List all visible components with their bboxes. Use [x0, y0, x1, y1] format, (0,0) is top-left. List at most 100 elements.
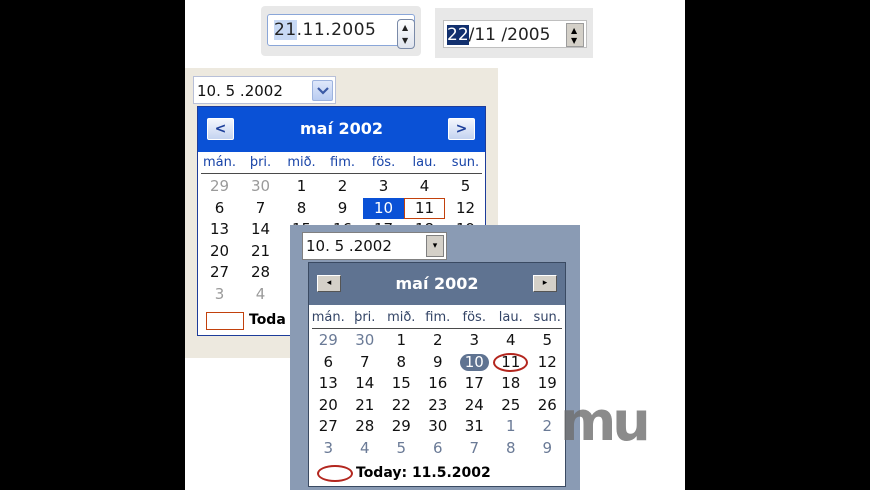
- spin-down-icon[interactable]: ▼: [571, 37, 577, 45]
- calendar-day[interactable]: 13: [310, 373, 347, 395]
- calendar-day[interactable]: 8: [383, 352, 420, 374]
- calendar-day[interactable]: 25: [493, 395, 530, 417]
- calendar-day[interactable]: 5: [529, 330, 566, 352]
- calendar-day[interactable]: 27: [310, 416, 347, 438]
- spin-up-icon[interactable]: ▲: [571, 27, 577, 35]
- calendar-day[interactable]: 5: [445, 176, 486, 197]
- calendar-day[interactable]: 12: [529, 352, 566, 374]
- calendar-day[interactable]: 11: [404, 197, 445, 219]
- date-day-segment[interactable]: 22: [447, 25, 469, 45]
- calendar-day[interactable]: 3: [363, 176, 404, 197]
- calendar-day[interactable]: 30: [347, 330, 384, 352]
- calendar-day[interactable]: 30: [240, 176, 281, 197]
- calendar-day[interactable]: 21: [240, 241, 281, 262]
- today-label[interactable]: Today: 11.5.2002: [356, 465, 491, 481]
- calendar-day[interactable]: 23: [420, 395, 457, 417]
- calendar-day[interactable]: 1: [383, 330, 420, 352]
- weekday-label: fim.: [425, 310, 451, 325]
- calendar-day[interactable]: 8: [493, 438, 530, 460]
- calendar-day[interactable]: 6: [310, 352, 347, 374]
- date-spinner-classic: 22/11 /2005 ▲ ▼: [435, 8, 593, 58]
- calendar-day[interactable]: 20: [310, 395, 347, 417]
- calendar-day[interactable]: 27: [199, 262, 240, 283]
- dropdown-arrow-icon[interactable]: ▾: [426, 235, 444, 257]
- calendar-day[interactable]: 4: [240, 284, 281, 305]
- date-rest-segment: .11.2005: [296, 20, 377, 40]
- today-marker: [206, 312, 244, 330]
- date-day-segment[interactable]: 21: [274, 20, 297, 40]
- calendar-day[interactable]: 1: [281, 176, 322, 197]
- spin-down-icon[interactable]: ▼: [402, 37, 408, 45]
- calendar-day[interactable]: 9: [322, 198, 363, 219]
- prev-month-button[interactable]: ◂: [317, 275, 341, 292]
- spin-buttons[interactable]: ▲ ▼: [566, 23, 584, 47]
- calendar-day[interactable]: 2: [420, 330, 457, 352]
- calendar-day[interactable]: 10: [456, 352, 493, 374]
- calendar-day[interactable]: 29: [383, 416, 420, 438]
- date-combo[interactable]: 10. 5 .2002: [193, 76, 336, 104]
- today-label[interactable]: Toda: [249, 312, 286, 328]
- calendar-day[interactable]: 6: [199, 198, 240, 219]
- calendar-day[interactable]: 4: [347, 438, 384, 460]
- calendar-day[interactable]: 31: [456, 416, 493, 438]
- next-month-button[interactable]: ▸: [533, 275, 557, 292]
- calendar-day[interactable]: 5: [383, 438, 420, 460]
- weekday-label: fös.: [462, 310, 486, 325]
- calendar-day[interactable]: 4: [404, 176, 445, 197]
- calendar-day[interactable]: 10: [363, 197, 404, 219]
- today-circle-icon: [317, 465, 353, 482]
- calendar-day[interactable]: 7: [456, 438, 493, 460]
- prev-month-button[interactable]: <: [207, 118, 234, 140]
- calendar-day[interactable]: 3: [199, 284, 240, 305]
- screenshot-canvas: 21.11.2005 ▲ ▼ 22/11 /2005 ▲ ▼ 10. 5 .20…: [185, 0, 685, 490]
- calendar-day[interactable]: 9: [420, 352, 457, 374]
- calendar-day[interactable]: 29: [310, 330, 347, 352]
- spin-buttons[interactable]: ▲ ▼: [397, 19, 415, 49]
- weekday-label: sun.: [451, 155, 480, 170]
- calendar-day[interactable]: 21: [347, 395, 384, 417]
- calendar-header: maí 2002 ◂ ▸: [309, 263, 565, 305]
- spin-up-icon[interactable]: ▲: [402, 24, 408, 32]
- weekday-label: þri.: [249, 155, 272, 170]
- month-title: maí 2002: [395, 274, 479, 293]
- calendar-day[interactable]: 28: [347, 416, 384, 438]
- calendar-day[interactable]: 11: [493, 352, 530, 374]
- date-spinner-xp: 21.11.2005 ▲ ▼: [261, 6, 421, 56]
- calendar-day[interactable]: 28: [240, 262, 281, 283]
- calendar-day[interactable]: 8: [281, 198, 322, 219]
- date-spinner-text: 21.11.2005: [274, 20, 376, 40]
- calendar-day[interactable]: 3: [456, 330, 493, 352]
- divider: [201, 173, 482, 174]
- calendar-day[interactable]: 29: [199, 176, 240, 197]
- date-spinner-field[interactable]: 22/11 /2005 ▲ ▼: [443, 20, 587, 48]
- calendar-day[interactable]: 20: [199, 241, 240, 262]
- date-combo-value: 10. 5 .2002: [306, 237, 392, 255]
- calendar-popup: maí 2002 ◂ ▸ mán. þri. mið. fim. fös. lau. sun…: [308, 262, 566, 487]
- calendar-day[interactable]: 30: [420, 416, 457, 438]
- calendar-day[interactable]: 16: [420, 373, 457, 395]
- chevron-down-icon[interactable]: [312, 80, 333, 101]
- calendar-day[interactable]: 12: [445, 198, 486, 219]
- date-spinner-field[interactable]: 21.11.2005 ▲ ▼: [267, 14, 415, 49]
- weekday-label: lau.: [498, 310, 523, 325]
- calendar-day[interactable]: 7: [347, 352, 384, 374]
- calendar-day[interactable]: 6: [420, 438, 457, 460]
- calendar-day[interactable]: 24: [456, 395, 493, 417]
- calendar-day[interactable]: 13: [199, 219, 240, 240]
- date-combo[interactable]: 10. 5 .2002 ▾: [302, 232, 447, 260]
- calendar-day[interactable]: 22: [383, 395, 420, 417]
- calendar-day[interactable]: 2: [322, 176, 363, 197]
- calendar-day[interactable]: 15: [383, 373, 420, 395]
- calendar-day[interactable]: 18: [493, 373, 530, 395]
- next-month-button[interactable]: >: [448, 118, 475, 140]
- weekday-label: fös.: [371, 155, 396, 170]
- calendar-day[interactable]: 7: [240, 198, 281, 219]
- weekday-label: fim.: [330, 155, 355, 170]
- weekday-label: lau.: [412, 155, 437, 170]
- calendar-day[interactable]: 17: [456, 373, 493, 395]
- calendar-day[interactable]: 14: [347, 373, 384, 395]
- calendar-day[interactable]: 4: [493, 330, 530, 352]
- calendar-day[interactable]: 14: [240, 219, 281, 240]
- calendar-day[interactable]: 1: [493, 416, 530, 438]
- calendar-day[interactable]: 3: [310, 438, 347, 460]
